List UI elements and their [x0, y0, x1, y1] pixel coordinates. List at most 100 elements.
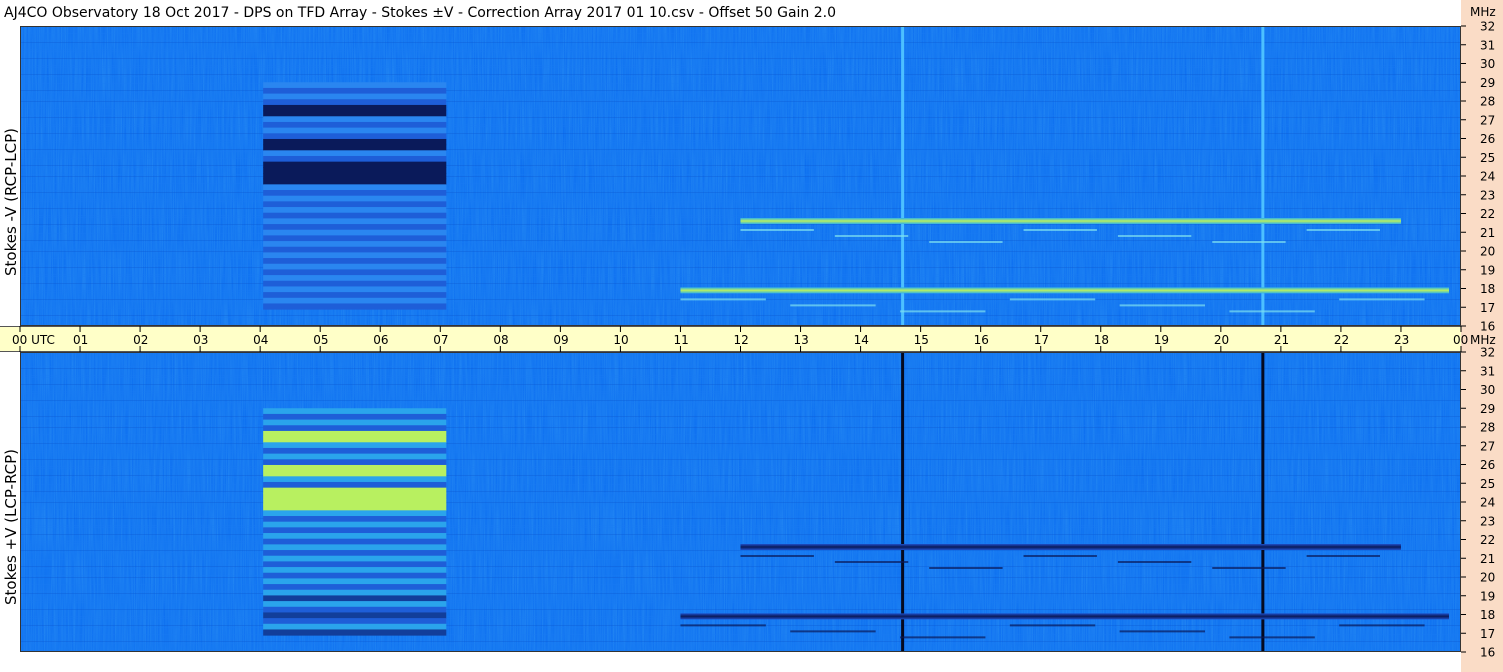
heatmap-striation [20, 493, 1461, 494]
heatmap-striation [20, 391, 1461, 392]
frequency-tick-label: 21 [1480, 226, 1495, 240]
time-tick-label: 15 [914, 333, 929, 347]
block-row [263, 550, 447, 557]
block-row [263, 292, 447, 299]
block-row [263, 161, 447, 168]
band-fragment [1009, 298, 1096, 301]
heatmap-striation [20, 650, 1461, 651]
frequency-tick-label: 30 [1480, 57, 1495, 71]
block-row [263, 116, 447, 123]
heatmap-striation [20, 199, 1461, 200]
heatmap-striation [20, 308, 1461, 309]
band-fragment [1229, 636, 1315, 639]
heatmap-striation [20, 427, 1461, 428]
heatmap-striation [20, 183, 1461, 184]
block-row [263, 246, 447, 253]
frequency-tick-label: 31 [1480, 364, 1495, 378]
horizontal-band-feature [680, 287, 1449, 294]
band-fragment [790, 630, 876, 633]
block-row [263, 258, 447, 265]
heatmap-striation [20, 541, 1461, 542]
block-row [263, 212, 447, 219]
band-fragment [1023, 229, 1097, 231]
heatmap-striation [20, 301, 1461, 302]
band-fragment [790, 304, 876, 307]
block-row [263, 297, 447, 304]
heatmap-striation [20, 151, 1461, 152]
frequency-tick-label: 29 [1480, 76, 1495, 90]
horizontal-band-feature [680, 613, 1449, 620]
time-tick-label: 08 [493, 333, 508, 347]
heatmap-striation [20, 527, 1461, 528]
heatmap-striation [20, 190, 1461, 191]
block-row [263, 224, 447, 231]
band-fragment [834, 235, 909, 237]
heatmap-striation [20, 249, 1461, 250]
heatmap-striation [20, 443, 1461, 444]
block-row [263, 127, 447, 134]
band-fragment [1339, 624, 1425, 627]
heatmap-striation [20, 491, 1461, 492]
heatmap-striation [20, 627, 1461, 628]
frequency-tick-label: 28 [1480, 421, 1495, 435]
heatmap-striation [20, 251, 1461, 252]
frequency-tick-label: 25 [1480, 151, 1495, 165]
heatmap-striation [20, 609, 1461, 610]
heatmap-striation [20, 402, 1461, 403]
block-row [263, 493, 447, 500]
heatmap-striation [20, 108, 1461, 109]
block-row [263, 504, 447, 511]
spectrogram-chart: 3231302928272625242322212019181716MHz323… [0, 5, 1496, 660]
band-fragment [1009, 624, 1096, 627]
frequency-tick-label: 23 [1480, 188, 1495, 202]
block-row [263, 578, 447, 585]
time-tick-label: 00 [1453, 333, 1468, 347]
block-row [263, 487, 447, 494]
block-row [263, 178, 447, 185]
time-tick-label: 01 [73, 333, 88, 347]
heatmap-striation [20, 283, 1461, 284]
band-fragment [680, 298, 766, 301]
heatmap-striation [20, 643, 1461, 644]
block-row [263, 623, 447, 630]
heatmap-striation [20, 42, 1461, 43]
time-tick-label: 14 [854, 333, 869, 347]
time-tick-label: 16 [974, 333, 989, 347]
frequency-tick-label: 26 [1480, 458, 1495, 472]
block-row [263, 544, 447, 551]
heatmap-striation [20, 51, 1461, 52]
band-fragment [1023, 555, 1097, 557]
time-tick-label: 13 [794, 333, 809, 347]
frequency-tick-label: 22 [1480, 207, 1495, 221]
frequency-ticks-top: 32 31 30 29 28 27 26 25 24 23 22 21 20 19 18 17 16 MHz [1461, 5, 1496, 334]
heatmap-striation [20, 468, 1461, 469]
time-tick-label: 22 [1334, 333, 1349, 347]
heatmap-striation [20, 101, 1461, 102]
panel-top: 32 31 30 29 28 27 26 25 24 23 22 21 20 19 18 17 16 MHz [20, 5, 1496, 334]
block-row [263, 184, 447, 191]
block-row [263, 133, 447, 140]
heatmap-striation [20, 359, 1461, 360]
frequency-tick-label: 17 [1480, 301, 1495, 315]
band-fragment [680, 624, 766, 627]
band-fragment [1117, 235, 1192, 237]
heatmap-striation [20, 525, 1461, 526]
heatmap-striation [20, 434, 1461, 435]
block-row [263, 408, 447, 415]
frequency-tick-label: 31 [1480, 38, 1495, 52]
heatmap-striation [20, 174, 1461, 175]
heatmap-striation [20, 393, 1461, 394]
heatmap-striation [20, 375, 1461, 376]
block-row [263, 510, 447, 517]
band-fragment [1339, 298, 1425, 301]
frequency-tick-label: 18 [1480, 282, 1495, 296]
heatmap-striation [20, 126, 1461, 127]
heatmap-striation [20, 158, 1461, 159]
heatmap-striation [20, 518, 1461, 519]
horizontal-band-feature [740, 218, 1401, 224]
block-row [263, 104, 447, 112]
band-fragment [929, 241, 1003, 243]
heatmap-striation [20, 224, 1461, 225]
heatmap-striation [20, 600, 1461, 601]
time-axis-band [0, 326, 1461, 352]
